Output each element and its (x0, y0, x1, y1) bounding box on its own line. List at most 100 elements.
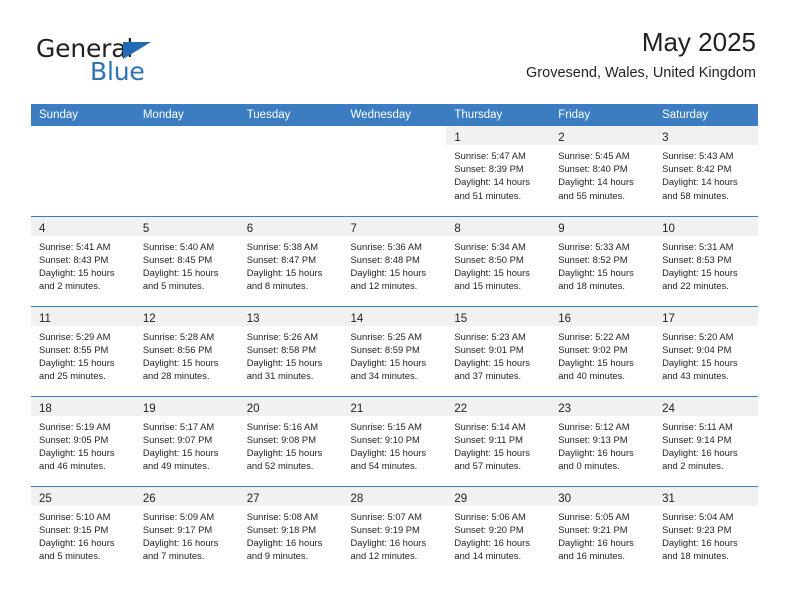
day-number-strip (31, 126, 135, 145)
sunset-line: Sunset: 8:56 PM (142, 343, 213, 355)
daylight-line-2: and 34 minutes. (350, 370, 418, 382)
day-cell: 6 Sunrise: 5:38 AM Sunset: 8:47 PM Dayli… (238, 215, 343, 306)
day-details: Sunrise: 5:11 AM Sunset: 9:14 PM Dayligh… (654, 416, 758, 473)
day-number: 19 (142, 402, 156, 415)
sunrise-line: Sunrise: 5:38 AM (246, 240, 319, 252)
sunset-line: Sunset: 9:01 PM (454, 343, 524, 355)
daylight-line-2: and 14 minutes. (454, 550, 522, 562)
day-cell: 19 Sunrise: 5:17 AM Sunset: 9:07 PM Dayl… (134, 395, 239, 486)
day-cell: 11 Sunrise: 5:29 AM Sunset: 8:55 PM Dayl… (31, 305, 135, 396)
daylight-line-1: Daylight: 15 hours (350, 266, 427, 278)
day-cell-inner: 21 Sunrise: 5:15 AM Sunset: 9:10 PM Dayl… (342, 396, 447, 486)
sunset-line: Sunset: 8:39 PM (454, 163, 524, 175)
week-row: 18 Sunrise: 5:19 AM Sunset: 9:05 PM Dayl… (31, 395, 758, 486)
day-cell: 7 Sunrise: 5:36 AM Sunset: 8:48 PM Dayli… (342, 215, 447, 306)
page-header: General Blue May 2025 Grovesend, Wales, … (0, 0, 792, 100)
day-number-strip: 27 (238, 486, 343, 506)
sunset-line: Sunset: 8:40 PM (558, 163, 628, 175)
daylight-line-2: and 12 minutes. (350, 550, 418, 562)
daylight-line-2: and 52 minutes. (246, 460, 314, 472)
sunrise-line: Sunrise: 5:11 AM (662, 420, 733, 432)
sunrise-line: Sunrise: 5:33 AM (558, 240, 630, 252)
day-number: 16 (558, 312, 572, 325)
day-cell-inner: 19 Sunrise: 5:17 AM Sunset: 9:07 PM Dayl… (134, 396, 239, 486)
day-cell: 13 Sunrise: 5:26 AM Sunset: 8:58 PM Dayl… (238, 305, 343, 396)
daylight-line-1: Daylight: 15 hours (246, 446, 323, 458)
daylight-line-1: Daylight: 15 hours (142, 446, 219, 458)
day-cell-inner (135, 126, 239, 216)
daylight-line-1: Daylight: 14 hours (454, 176, 530, 188)
sunset-line: Sunset: 9:19 PM (350, 523, 420, 535)
day-cell: 31 Sunrise: 5:04 AM Sunset: 9:23 PM Dayl… (654, 485, 758, 577)
day-details (135, 145, 239, 149)
day-cell-inner: 17 Sunrise: 5:20 AM Sunset: 9:04 PM Dayl… (654, 306, 758, 396)
week-row: 11 Sunrise: 5:29 AM Sunset: 8:55 PM Dayl… (31, 305, 758, 396)
day-details: Sunrise: 5:38 AM Sunset: 8:47 PM Dayligh… (239, 236, 343, 293)
sunset-line: Sunset: 9:18 PM (246, 523, 316, 535)
sunset-line: Sunset: 8:45 PM (142, 253, 213, 265)
sunset-line: Sunset: 9:17 PM (142, 523, 213, 535)
day-cell-inner: 3 Sunrise: 5:43 AM Sunset: 8:42 PM Dayli… (654, 126, 758, 216)
daylight-line-2: and 40 minutes. (558, 370, 625, 382)
day-details: Sunrise: 5:33 AM Sunset: 8:52 PM Dayligh… (550, 236, 654, 293)
daylight-line-1: Daylight: 15 hours (39, 266, 115, 278)
day-cell: 28 Sunrise: 5:07 AM Sunset: 9:19 PM Dayl… (342, 485, 447, 576)
sunset-line: Sunset: 9:23 PM (662, 523, 732, 535)
day-cell-inner: 31 Sunrise: 5:04 AM Sunset: 9:23 PM Dayl… (654, 486, 758, 577)
day-details: Sunrise: 5:17 AM Sunset: 9:07 PM Dayligh… (135, 416, 239, 473)
weekday-header-sunday: Sunday (31, 104, 135, 126)
day-number-strip: 18 (31, 396, 135, 416)
sunrise-line: Sunrise: 5:22 AM (558, 330, 630, 342)
day-cell: 5 Sunrise: 5:40 AM Sunset: 8:45 PM Dayli… (134, 215, 239, 306)
day-number-strip: 29 (446, 486, 551, 506)
day-cell-inner: 11 Sunrise: 5:29 AM Sunset: 8:55 PM Dayl… (31, 306, 135, 396)
sunrise-line: Sunrise: 5:19 AM (39, 420, 111, 432)
daylight-line-2: and 43 minutes. (662, 370, 729, 382)
daylight-line-1: Daylight: 15 hours (350, 356, 427, 368)
sunset-line: Sunset: 8:48 PM (350, 253, 420, 265)
day-number: 2 (558, 132, 565, 144)
day-details: Sunrise: 5:09 AM Sunset: 9:17 PM Dayligh… (135, 506, 239, 563)
day-number-strip (239, 126, 343, 145)
day-cell: 12 Sunrise: 5:28 AM Sunset: 8:56 PM Dayl… (134, 305, 239, 396)
day-cell-inner: 30 Sunrise: 5:05 AM Sunset: 9:21 PM Dayl… (550, 486, 655, 577)
daylight-line-1: Daylight: 16 hours (39, 536, 115, 548)
day-details: Sunrise: 5:04 AM Sunset: 9:23 PM Dayligh… (654, 506, 758, 563)
day-details: Sunrise: 5:26 AM Sunset: 8:58 PM Dayligh… (239, 326, 343, 383)
week-row: 25 Sunrise: 5:10 AM Sunset: 9:15 PM Dayl… (31, 485, 758, 577)
day-cell-inner: 23 Sunrise: 5:12 AM Sunset: 9:13 PM Dayl… (550, 396, 655, 486)
daylight-line-2: and 5 minutes. (39, 550, 101, 562)
week-row: 1 Sunrise: 5:47 AM Sunset: 8:39 PM Dayli… (31, 126, 758, 216)
day-cell: 17 Sunrise: 5:20 AM Sunset: 9:04 PM Dayl… (654, 305, 758, 396)
day-number-strip: 23 (550, 396, 655, 416)
day-cell-inner: 22 Sunrise: 5:14 AM Sunset: 9:11 PM Dayl… (446, 396, 551, 486)
day-number: 21 (350, 402, 364, 415)
sunset-line: Sunset: 8:59 PM (350, 343, 420, 355)
calendar-page: General Blue May 2025 Grovesend, Wales, … (0, 0, 792, 612)
daylight-line-2: and 58 minutes. (662, 189, 729, 201)
day-cell-inner: 10 Sunrise: 5:31 AM Sunset: 8:53 PM Dayl… (654, 216, 758, 306)
daylight-line-1: Daylight: 15 hours (558, 266, 634, 278)
day-cell: 4 Sunrise: 5:41 AM Sunset: 8:43 PM Dayli… (31, 215, 135, 306)
day-number: 10 (662, 222, 675, 235)
sunrise-line: Sunrise: 5:15 AM (350, 420, 422, 432)
day-cell (343, 126, 447, 216)
sunrise-line: Sunrise: 5:34 AM (454, 240, 526, 252)
sunset-line: Sunset: 9:11 PM (454, 433, 523, 445)
day-cell-inner: 6 Sunrise: 5:38 AM Sunset: 8:47 PM Dayli… (238, 216, 343, 306)
daylight-line-2: and 18 minutes. (662, 550, 729, 562)
daylight-line-1: Daylight: 15 hours (662, 266, 738, 278)
day-number-strip: 19 (134, 396, 239, 416)
day-number-strip: 14 (342, 306, 447, 326)
day-cell-inner: 7 Sunrise: 5:36 AM Sunset: 8:48 PM Dayli… (342, 216, 447, 306)
sunrise-line: Sunrise: 5:31 AM (662, 240, 734, 252)
day-cell (135, 126, 239, 216)
day-cell: 25 Sunrise: 5:10 AM Sunset: 9:15 PM Dayl… (31, 485, 135, 576)
daylight-line-1: Daylight: 14 hours (662, 176, 738, 188)
day-details: Sunrise: 5:43 AM Sunset: 8:42 PM Dayligh… (654, 145, 758, 202)
daylight-line-2: and 8 minutes. (246, 280, 309, 292)
day-number-strip: 11 (31, 306, 135, 326)
day-details: Sunrise: 5:25 AM Sunset: 8:59 PM Dayligh… (343, 326, 447, 383)
day-number: 20 (246, 402, 260, 415)
day-cell: 3 Sunrise: 5:43 AM Sunset: 8:42 PM Dayli… (654, 126, 758, 216)
